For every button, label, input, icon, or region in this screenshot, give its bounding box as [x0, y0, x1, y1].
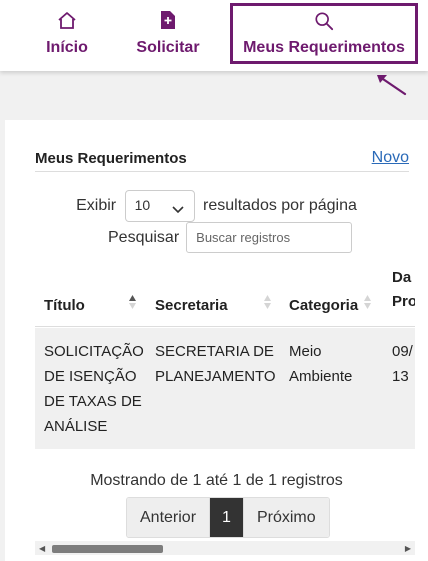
sort-icon	[363, 294, 372, 311]
new-request-link[interactable]: Novo	[372, 149, 409, 167]
document-plus-icon	[158, 10, 178, 30]
previous-page-button[interactable]: Anterior	[127, 498, 210, 537]
home-icon	[57, 10, 77, 30]
nav-item-meus-requerimentos[interactable]: Meus Requerimentos	[230, 3, 418, 64]
cell-secretaria: SECRETARIA DE PLANEJAMENTO	[155, 343, 276, 385]
chevron-down-icon	[171, 201, 184, 217]
page-size-value: 10	[134, 197, 151, 213]
show-label: Exibir	[76, 197, 117, 215]
scrollbar-thumb[interactable]	[52, 545, 163, 553]
pagination: Anterior 1 Próximo	[126, 497, 330, 538]
table-row[interactable]: SOLICITAÇÃO DE ISENÇÃO DE TAXAS DE ANÁLI…	[35, 328, 415, 449]
nav-item-label: Início	[46, 39, 88, 56]
requests-table: Título Secretaria Categoria Da Pro SOLIC…	[35, 270, 415, 449]
nav-item-label: Meus Requerimentos	[243, 39, 405, 56]
cell-data-protocolo: 09/ 13	[392, 343, 413, 385]
column-header-categoria[interactable]: Categoria	[289, 297, 358, 314]
scroll-left-icon[interactable]: ◀	[39, 544, 45, 553]
per-page-label: resultados por página	[203, 197, 357, 215]
search-icon	[314, 11, 334, 31]
column-header-data-protocolo[interactable]: Da Pro	[392, 270, 415, 314]
search-control: Pesquisar Buscar registros	[108, 222, 353, 253]
nav-item-inicio[interactable]: Início	[42, 0, 92, 71]
scroll-right-icon[interactable]: ▶	[405, 544, 411, 553]
pointer-arrow-icon	[377, 75, 407, 96]
search-label: Pesquisar	[108, 228, 180, 246]
column-header-secretaria[interactable]: Secretaria	[155, 297, 228, 314]
nav-item-label: Solicitar	[136, 39, 200, 56]
cell-categoria: Meio Ambiente	[289, 343, 353, 385]
page-size-select[interactable]: 10	[124, 190, 195, 222]
cell-titulo: SOLICITAÇÃO DE ISENÇÃO DE TAXAS DE ANÁLI…	[44, 343, 144, 435]
search-input[interactable]: Buscar registros	[186, 222, 353, 253]
nav-item-solicitar[interactable]: Solicitar	[134, 0, 202, 71]
next-page-button[interactable]: Próximo	[242, 498, 329, 537]
table-info: Mostrando de 1 até 1 de 1 registros	[90, 472, 343, 489]
page-length-control: Exibir 10 resultados por página	[5, 190, 428, 222]
card-title: Meus Requerimentos	[35, 150, 187, 167]
table-header: Título Secretaria Categoria Da Pro	[35, 270, 415, 327]
card-header: Meus Requerimentos Novo	[35, 149, 409, 172]
top-navigation: Início Solicitar Meus Requerimentos	[0, 0, 428, 71]
column-header-titulo[interactable]: Título	[44, 297, 85, 314]
sort-asc-icon	[128, 294, 137, 311]
page-1-button[interactable]: 1	[209, 498, 243, 537]
requests-card: Meus Requerimentos Novo Exibir 10 result…	[5, 120, 428, 561]
sort-icon	[263, 294, 272, 311]
horizontal-scrollbar[interactable]: ◀ ▶	[35, 541, 415, 555]
